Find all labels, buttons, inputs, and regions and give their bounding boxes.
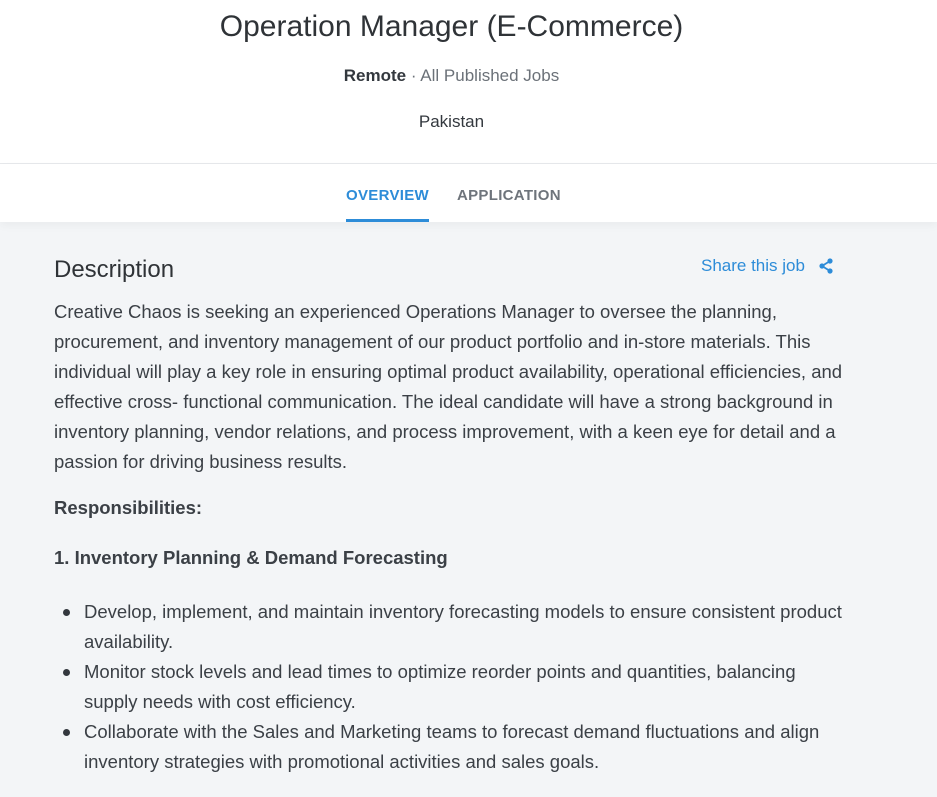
job-meta: Remote · All Published Jobs (0, 66, 903, 86)
all-jobs-link[interactable]: All Published Jobs (420, 66, 559, 85)
tab-bar: OVERVIEW APPLICATION (0, 164, 937, 222)
description-heading: Description (54, 256, 175, 283)
job-location: Pakistan (418, 112, 485, 131)
job-title: Operation Manager (E-Commerce) (219, 10, 684, 43)
section-heading-inventory-planning: 1. Inventory Planning & Demand Forecasti… (54, 547, 448, 568)
meta-separator: · (406, 66, 421, 85)
description-paragraph: Creative Chaos is seeking an experienced… (54, 301, 843, 472)
list-item: Collaborate with the Sales and Marketing… (54, 717, 854, 777)
tab-overview[interactable]: OVERVIEW (346, 187, 429, 222)
list-item: Monitor stock levels and lead times to o… (54, 657, 854, 717)
share-job-button[interactable]: Share this job (701, 256, 833, 276)
workplace-type: Remote (343, 66, 407, 85)
tab-application[interactable]: APPLICATION (457, 187, 561, 204)
job-header: Operation Manager (E-Commerce) Remote · … (0, 0, 937, 164)
share-label: Share this job (701, 256, 805, 275)
responsibilities-list: Develop, implement, and maintain invento… (54, 597, 854, 777)
list-item: Develop, implement, and maintain invento… (54, 597, 854, 657)
responsibilities-heading: Responsibilities: (54, 497, 203, 518)
share-icon (819, 258, 833, 274)
